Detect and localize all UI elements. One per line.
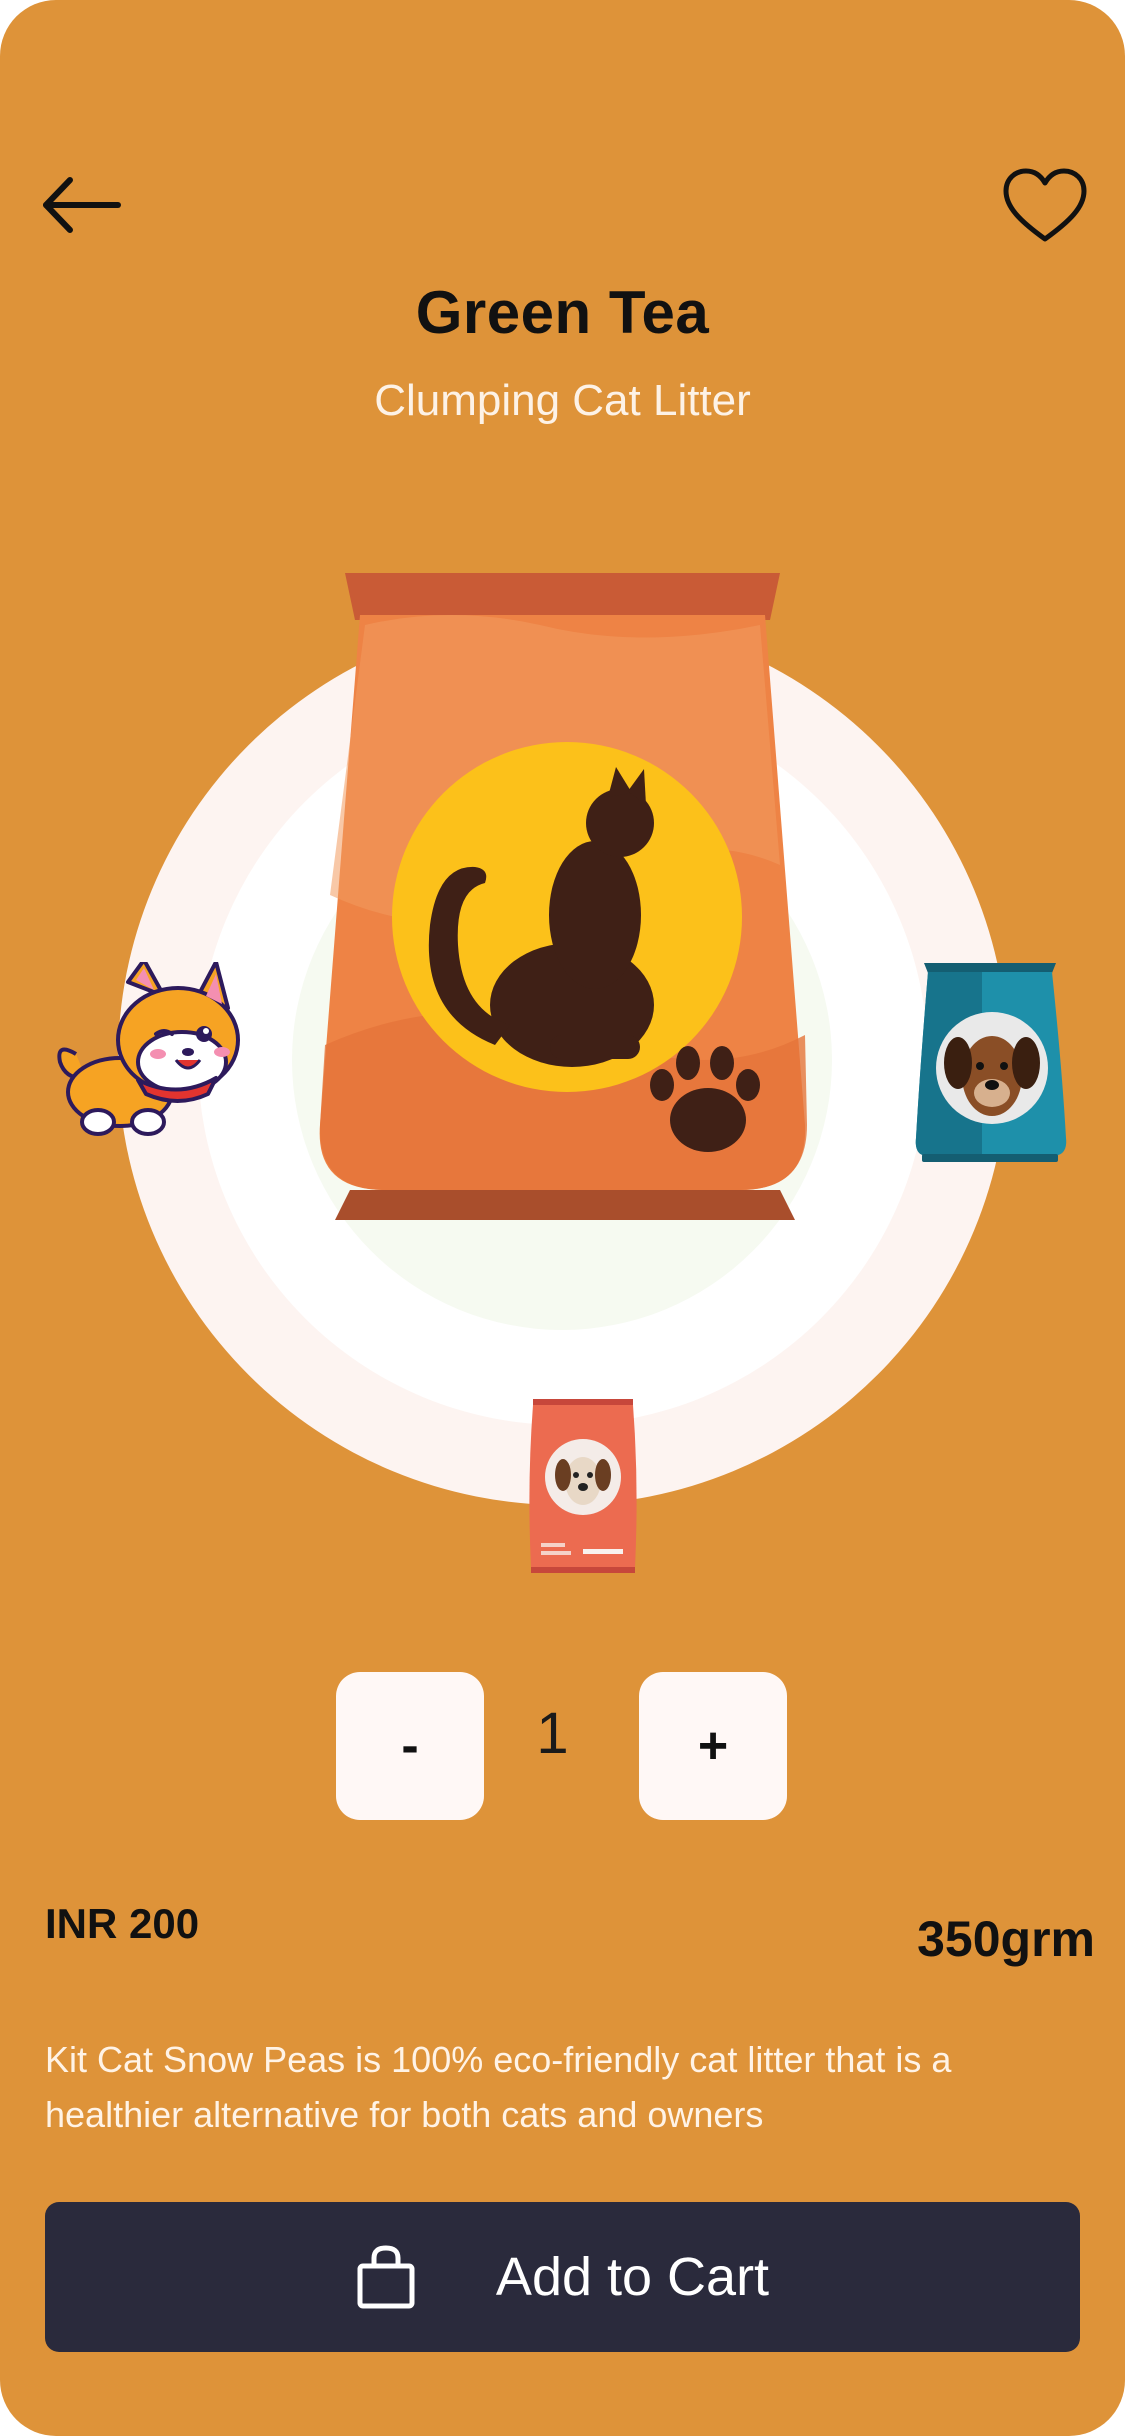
increase-quantity-button[interactable]: + bbox=[639, 1672, 787, 1820]
product-weight: 350grm bbox=[917, 1911, 1095, 1967]
product-subtitle: Clumping Cat Litter bbox=[374, 376, 751, 425]
dog-food-bag-teal-image bbox=[915, 963, 1067, 1162]
arrow-left-icon bbox=[43, 177, 121, 233]
dog-food-bag-red-image bbox=[529, 1399, 637, 1573]
decrease-quantity-button[interactable]: - bbox=[336, 1672, 484, 1820]
cat-litter-bag-image bbox=[319, 573, 807, 1220]
back-button[interactable] bbox=[36, 170, 126, 240]
add-to-cart-button[interactable]: Add to Cart bbox=[45, 2202, 1080, 2352]
quantity-value: 1 bbox=[536, 1701, 569, 1766]
product-price: INR 200 bbox=[45, 1900, 200, 1947]
favorite-button[interactable] bbox=[1000, 165, 1090, 245]
product-title: Green Tea bbox=[415, 279, 710, 346]
product-detail-screen: Green Tea Clumping Cat Litter - 1 + INR … bbox=[0, 0, 1125, 2436]
corgi-sticker-image bbox=[57, 962, 240, 1136]
heart-outline-icon bbox=[1003, 168, 1087, 242]
add-to-cart-label: Add to Cart bbox=[495, 2247, 770, 2307]
shopping-bag-icon bbox=[357, 2245, 415, 2309]
product-description: Kit Cat Snow Peas is 100% eco-friendly c… bbox=[45, 2039, 952, 2135]
